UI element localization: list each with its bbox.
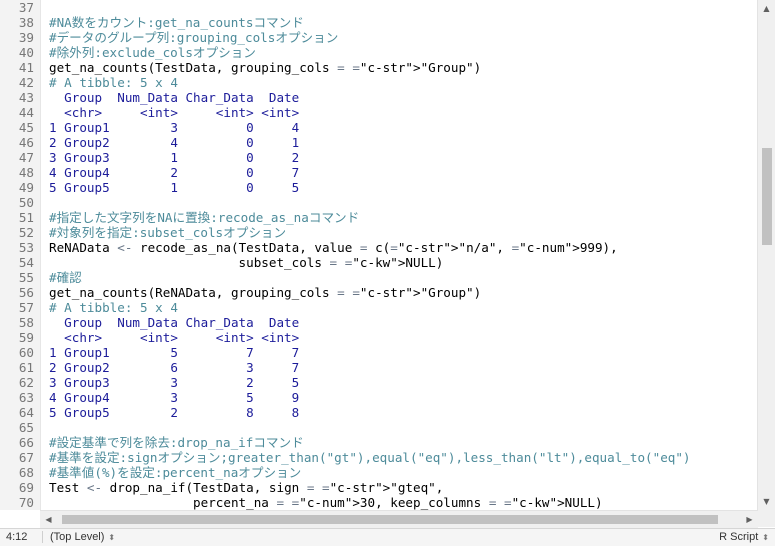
line-number: 65 bbox=[18, 420, 34, 435]
code-text[interactable]: # A tibble: 5 x 4 bbox=[49, 75, 178, 90]
line-number: 46 bbox=[18, 135, 34, 150]
status-bar: 4:12 (Top Level) ⬍ R Script ⬍ bbox=[0, 528, 775, 546]
code-text[interactable]: # A tibble: 5 x 4 bbox=[49, 300, 178, 315]
line-number: 70 bbox=[18, 495, 34, 510]
line-number: 66 bbox=[18, 435, 34, 450]
code-text[interactable]: 1 Group1 3 0 4 bbox=[49, 120, 299, 135]
scope-selector[interactable]: (Top Level) ⬍ bbox=[50, 531, 115, 543]
code-text[interactable]: #NA数をカウント:get_na_countsコマンド bbox=[49, 15, 304, 30]
code-text[interactable]: #基準を設定:signオプション;greater_than("gt"),equa… bbox=[49, 450, 691, 465]
line-number: 42 bbox=[18, 75, 34, 90]
code-text[interactable]: 5 Group5 2 8 8 bbox=[49, 405, 299, 420]
code-text[interactable]: subset_cols = ="c-kw">NULL) bbox=[49, 255, 444, 270]
code-text[interactable]: get_na_counts(ReNAData, grouping_cols = … bbox=[49, 285, 481, 300]
code-text[interactable]: Group Num_Data Char_Data Date bbox=[49, 90, 299, 105]
code-text[interactable]: <chr> <int> <int> <int> bbox=[49, 330, 299, 345]
scroll-left-icon[interactable]: ◀ bbox=[40, 511, 57, 528]
scroll-down-icon[interactable]: ▼ bbox=[758, 493, 775, 510]
code-text[interactable]: 1 Group1 5 7 7 bbox=[49, 345, 299, 360]
code-lines[interactable]: 37 38 #NA数をカウント:get_na_countsコマンド 39 #データのグル… bbox=[0, 0, 753, 510]
line-number: 69 bbox=[18, 480, 34, 495]
code-text[interactable]: #除外列:exclude_colsオプション bbox=[49, 45, 256, 60]
line-number: 37 bbox=[18, 0, 34, 15]
line-number: 38 bbox=[18, 15, 34, 30]
line-number: 44 bbox=[18, 105, 34, 120]
line-number: 50 bbox=[18, 195, 34, 210]
code-text[interactable]: #基準値(%)を設定:percent_naオプション bbox=[49, 465, 301, 480]
horizontal-scroll-thumb[interactable] bbox=[62, 515, 718, 524]
line-number: 43 bbox=[18, 90, 34, 105]
scroll-right-icon[interactable]: ▶ bbox=[741, 511, 758, 528]
code-text[interactable]: 5 Group5 1 0 5 bbox=[49, 180, 299, 195]
line-number: 57 bbox=[18, 300, 34, 315]
vertical-scroll-thumb[interactable] bbox=[762, 148, 772, 245]
line-number: 52 bbox=[18, 225, 34, 240]
scrollbar-corner bbox=[758, 510, 775, 527]
line-number: 41 bbox=[18, 60, 34, 75]
line-number: 54 bbox=[18, 255, 34, 270]
scroll-up-icon[interactable]: ▲ bbox=[758, 0, 775, 17]
code-text[interactable]: #対象列を指定:subset_colsオプション bbox=[49, 225, 286, 240]
line-number: 47 bbox=[18, 150, 34, 165]
line-number: 39 bbox=[18, 30, 34, 45]
line-number: 63 bbox=[18, 390, 34, 405]
code-text[interactable]: Test <- drop_na_if(TestData, sign = ="c-… bbox=[49, 480, 443, 495]
line-number: 55 bbox=[18, 270, 34, 285]
file-type-label: R Script bbox=[719, 531, 759, 543]
line-number: 58 bbox=[18, 315, 34, 330]
line-number: 60 bbox=[18, 345, 34, 360]
horizontal-scrollbar[interactable]: ◀ ▶ bbox=[40, 510, 758, 528]
code-text[interactable]: 2 Group2 4 0 1 bbox=[49, 135, 299, 150]
code-text[interactable]: 3 Group3 3 2 5 bbox=[49, 375, 299, 390]
line-number: 67 bbox=[18, 450, 34, 465]
line-number: 56 bbox=[18, 285, 34, 300]
code-text[interactable]: percent_na = ="c-num">30, keep_columns =… bbox=[49, 495, 603, 510]
line-number: 64 bbox=[18, 405, 34, 420]
code-text[interactable]: 3 Group3 1 0 2 bbox=[49, 150, 299, 165]
code-text[interactable]: #設定基準で列を除去:drop_na_ifコマンド bbox=[49, 435, 304, 450]
line-number: 51 bbox=[18, 210, 34, 225]
code-text[interactable]: ReNAData <- recode_as_na(TestData, value… bbox=[49, 240, 618, 255]
vertical-scrollbar[interactable]: ▲ ▼ bbox=[757, 0, 775, 510]
line-number: 59 bbox=[18, 330, 34, 345]
line-number: 49 bbox=[18, 180, 34, 195]
cursor-position: 4:12 bbox=[6, 531, 28, 543]
code-text[interactable]: #確認 bbox=[49, 270, 82, 285]
line-number: 62 bbox=[18, 375, 34, 390]
line-number: 48 bbox=[18, 165, 34, 180]
file-type-selector[interactable]: R Script ⬍ bbox=[719, 531, 769, 543]
code-text[interactable]: 2 Group2 6 3 7 bbox=[49, 360, 299, 375]
line-number: 45 bbox=[18, 120, 34, 135]
line-number: 68 bbox=[18, 465, 34, 480]
code-text[interactable]: Group Num_Data Char_Data Date bbox=[49, 315, 299, 330]
code-editor[interactable]: 37 38 #NA数をカウント:get_na_countsコマンド 39 #データのグル… bbox=[0, 0, 775, 528]
updown-icon: ⬍ bbox=[108, 533, 116, 542]
status-divider bbox=[42, 531, 43, 543]
line-number: 61 bbox=[18, 360, 34, 375]
code-text[interactable]: 4 Group4 3 5 9 bbox=[49, 390, 299, 405]
updown-icon: ⬍ bbox=[762, 533, 769, 542]
scope-label: (Top Level) bbox=[50, 531, 105, 543]
line-number: 53 bbox=[18, 240, 34, 255]
code-text[interactable]: #指定した文字列をNAに置換:recode_as_naコマンド bbox=[49, 210, 359, 225]
line-number: 40 bbox=[18, 45, 34, 60]
code-text[interactable]: <chr> <int> <int> <int> bbox=[49, 105, 299, 120]
code-text[interactable]: get_na_counts(TestData, grouping_cols = … bbox=[49, 60, 481, 75]
code-text[interactable]: 4 Group4 2 0 7 bbox=[49, 165, 299, 180]
code-text[interactable]: #データのグループ列:grouping_colsオプション bbox=[49, 30, 338, 45]
